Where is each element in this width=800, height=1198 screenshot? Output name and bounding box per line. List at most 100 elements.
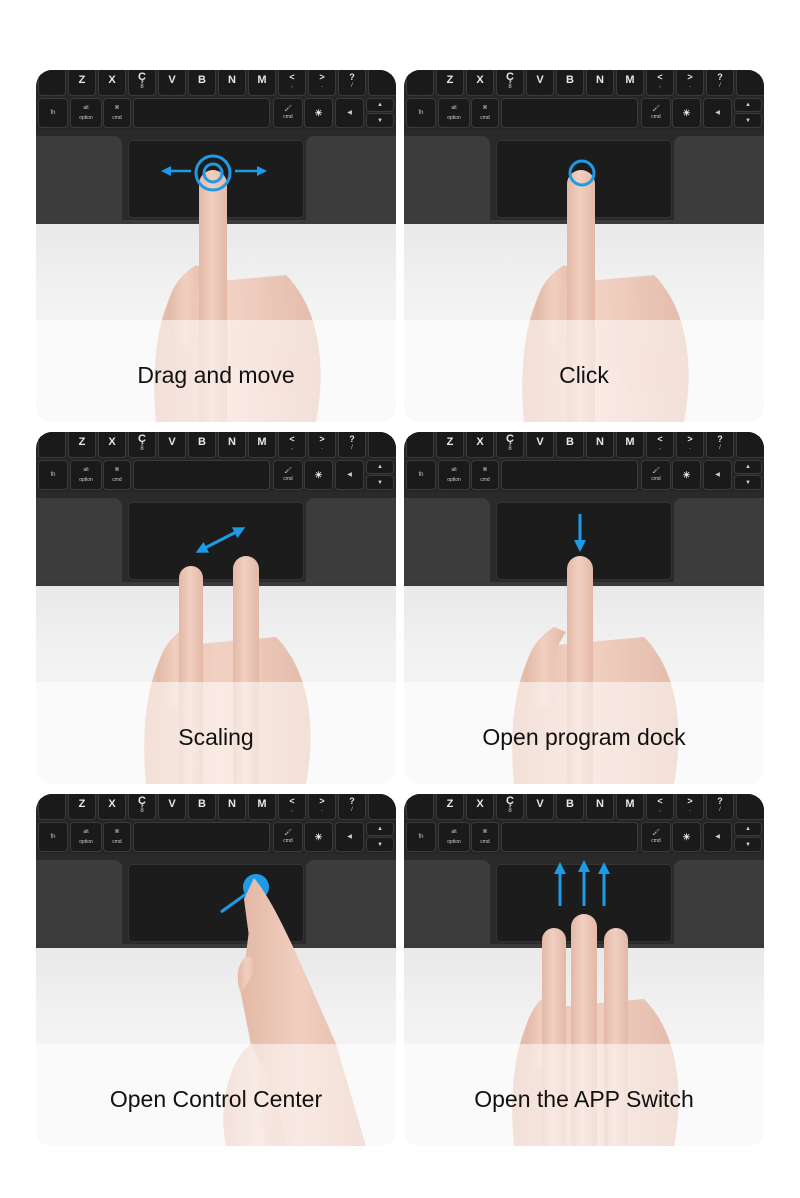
key-arrow-left: ◀ — [703, 98, 732, 128]
key-cmd-left: ⌘ cmd — [471, 822, 499, 852]
gesture-caption: Scaling — [178, 724, 254, 750]
brightness-icon: ☀ — [682, 469, 691, 480]
key-arrow-left: ◀ — [703, 822, 732, 852]
keyboard-base — [36, 492, 396, 586]
key-arrow-up: ▲ — [366, 822, 394, 836]
key-main-label: B — [198, 74, 206, 86]
key-main-label: X — [476, 798, 484, 810]
key-main-label: ? — [349, 433, 355, 444]
key-v: V — [526, 432, 554, 458]
gesture-card-open-app-switch: Z X Ç 8 V B N M <, >.? / fn alt option ⌘ cmd 🖌 cmd… — [404, 794, 764, 1146]
key-sub-label: 8 — [140, 445, 144, 452]
arrow-down-icon: ▼ — [745, 841, 751, 848]
key-fn: fn — [406, 98, 436, 128]
key-main-label: V — [168, 436, 176, 448]
key-z: Z — [68, 432, 96, 458]
key-sub-label: , — [291, 82, 293, 89]
arrow-up-icon: ▲ — [745, 464, 751, 470]
key-cmd-left: ⌘ cmd — [103, 822, 131, 852]
brush-icon: 🖌 — [652, 468, 660, 474]
keyboard-base — [404, 854, 764, 948]
key-main-label: < — [289, 433, 295, 444]
key-main-label: Ç — [138, 794, 146, 807]
key-main-label: > — [319, 795, 325, 806]
key-option-label: option — [79, 114, 93, 121]
brush-icon: 🖌 — [652, 830, 660, 836]
key-main-label: M — [257, 436, 267, 448]
key-v: V — [526, 794, 554, 820]
key-space — [133, 98, 270, 128]
key-cmd-right: 🖌 cmd — [641, 98, 671, 128]
key-option-label: option — [79, 476, 93, 483]
key-main-label: < — [289, 795, 295, 806]
keyboard-base — [404, 130, 764, 224]
brush-icon: 🖌 — [652, 106, 660, 112]
key-alt-label: alt — [83, 466, 89, 473]
key-main-label: Z — [446, 436, 454, 448]
brightness-icon: ☀ — [314, 831, 323, 842]
keyboard: Z X Ç 8 V B N M <, >.? / fn alt option ⌘ cmd 🖌 cmd… — [36, 432, 396, 586]
key-main-label: B — [198, 436, 206, 448]
key-blank — [38, 70, 66, 96]
trackpad — [496, 140, 672, 218]
key-x: X — [98, 794, 126, 820]
key-cmd-right-label: cmd — [651, 838, 661, 844]
brightness-icon: ☀ — [682, 831, 691, 842]
key-main-label: V — [536, 436, 544, 448]
cmd-icon: ⌘ — [114, 466, 120, 473]
key-fn-label: fn — [50, 110, 56, 116]
key-main-label: V — [168, 74, 176, 86]
key-sub-label: 8 — [508, 83, 512, 90]
arrow-left-icon: ◀ — [347, 834, 352, 840]
key-cmd-left: ⌘ cmd — [103, 460, 131, 490]
key-main-label: ? — [349, 71, 355, 82]
cmd-icon: ⌘ — [482, 466, 488, 473]
key-cmd-label: cmd — [480, 838, 490, 845]
key-main-label: M — [257, 74, 267, 86]
key-main-label: X — [108, 798, 116, 810]
key-x: X — [466, 432, 494, 458]
key-alt-label: alt — [451, 828, 457, 835]
key-sub-label: 8 — [140, 807, 144, 814]
key-main-label: N — [596, 436, 604, 448]
key-main-label: < — [657, 71, 663, 82]
key-main-label: < — [657, 433, 663, 444]
key-fn: fn — [38, 822, 68, 852]
arrow-left-icon: ◀ — [347, 110, 352, 116]
key-v: V — [158, 70, 186, 96]
key-main-label: < — [289, 71, 295, 82]
key-arrow-up: ▲ — [734, 98, 762, 112]
key-?: ? / — [338, 70, 366, 96]
keyboard-base — [36, 130, 396, 224]
key-sub-label: , — [291, 444, 293, 451]
key-<: <, — [646, 432, 674, 458]
key-main-label: V — [536, 798, 544, 810]
key-blank — [38, 432, 66, 458]
key-blank — [736, 70, 764, 96]
arrow-left-icon: ◀ — [715, 472, 720, 478]
key-sub-label: . — [321, 444, 323, 451]
key-main-label: > — [687, 795, 693, 806]
brightness-icon: ☀ — [682, 107, 691, 118]
key-cmd-left: ⌘ cmd — [471, 460, 499, 490]
key-option: alt option — [70, 822, 102, 852]
key-b: B — [556, 70, 584, 96]
key-cmd-label: cmd — [112, 114, 122, 121]
keyboard-row-modifiers: fn alt option ⌘ cmd 🖌 cmd ☀ ◀ ▲ ▼ — [36, 460, 396, 491]
gesture-card-open-control-center: Z X Ç 8 V B N M <, >.? / fn alt option ⌘ cmd 🖌 cmd… — [36, 794, 396, 1146]
gesture-card-drag-and-move: Z X Ç 8 V B N M <, >.? / fn alt option ⌘ cmd 🖌 cmd… — [36, 70, 396, 422]
key->: >. — [676, 794, 704, 820]
key-cmd-right-label: cmd — [651, 476, 661, 482]
gesture-caption: Open the APP Switch — [474, 1086, 694, 1112]
brightness-icon: ☀ — [314, 107, 323, 118]
key-sub-label: , — [659, 82, 661, 89]
brush-icon: 🖌 — [284, 830, 292, 836]
key-main-label: ? — [717, 71, 723, 82]
key-space — [501, 98, 638, 128]
key-option: alt option — [70, 98, 102, 128]
gesture-caption: Open Control Center — [109, 1086, 323, 1112]
key-cmd-left: ⌘ cmd — [471, 98, 499, 128]
key-main-label: N — [596, 74, 604, 86]
key-m: M — [616, 432, 644, 458]
key-z: Z — [436, 794, 464, 820]
